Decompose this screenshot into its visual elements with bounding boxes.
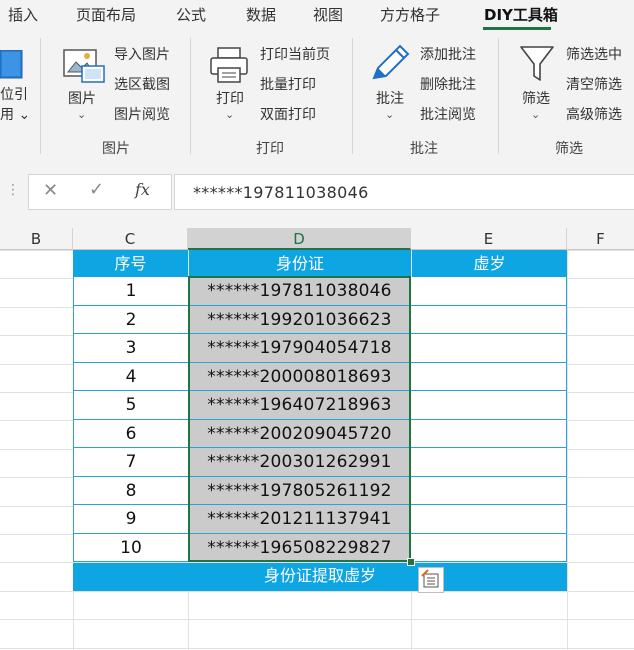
active-tab-indicator (483, 27, 551, 30)
gridline (0, 619, 634, 620)
printer-icon[interactable] (208, 46, 250, 84)
drag-handle-icon[interactable]: ⋮ (6, 182, 20, 198)
chevron-down-icon[interactable]: ⌄ (385, 108, 394, 121)
table-cell-serial[interactable]: 8 (73, 477, 189, 505)
comment-viewer-button[interactable]: 批注阅览 (420, 104, 476, 124)
tab-insert[interactable]: 插入 (8, 4, 38, 25)
column-header-B[interactable]: B (0, 228, 73, 250)
table-cell-id-card[interactable]: ******197811038046 (188, 277, 411, 306)
table-cell-nominal-age[interactable] (411, 334, 567, 363)
table-cell-serial[interactable]: 1 (73, 277, 189, 306)
formula-value: ******197811038046 (193, 183, 369, 202)
print-current-page-button[interactable]: 打印当前页 (260, 44, 330, 64)
partial-group-label-2[interactable]: 用 ⌄ (0, 104, 30, 124)
tab-formulas[interactable]: 公式 (176, 4, 206, 25)
chevron-down-icon[interactable]: ⌄ (77, 108, 86, 121)
column-header-D[interactable]: D (188, 228, 411, 250)
table-cell-nominal-age[interactable] (411, 505, 567, 534)
table-cell-serial[interactable]: 3 (73, 334, 189, 363)
tab-data[interactable]: 数据 (246, 4, 276, 25)
tab-diy-toolbox[interactable]: DIY工具箱 (484, 4, 558, 25)
group-label-comment: 批注 (410, 141, 438, 157)
ribbon-separator (352, 38, 353, 154)
table-cell-serial[interactable]: 9 (73, 505, 189, 534)
table-cell-nominal-age[interactable] (411, 277, 567, 306)
table-cell-serial[interactable]: 2 (73, 306, 189, 334)
tab-view[interactable]: 视图 (313, 4, 343, 25)
table-cell-nominal-age[interactable] (411, 391, 567, 420)
table-cell-id-card[interactable]: ******200008018693 (188, 363, 411, 391)
table-cell-nominal-age[interactable] (411, 363, 567, 391)
ribbon-panel: 位引 用 ⌄ 图片 ⌄ 导入图片 选区截图 图片阅览 图片 打印 ⌄ 打印当前页… (0, 32, 634, 161)
delete-comment-button[interactable]: 删除批注 (420, 74, 476, 94)
gridline (0, 648, 634, 649)
region-screenshot-button[interactable]: 选区截图 (114, 74, 170, 94)
partial-group-icon (0, 49, 24, 80)
table-cell-serial[interactable]: 5 (73, 391, 189, 420)
chevron-down-icon[interactable]: ⌄ (531, 108, 540, 121)
filter-selected-button[interactable]: 筛选选中 (566, 44, 622, 64)
picture-button[interactable]: 图片 (68, 88, 96, 108)
table-cell-nominal-age[interactable] (411, 306, 567, 334)
group-label-print: 打印 (256, 141, 284, 157)
table-cell-serial[interactable]: 7 (73, 448, 189, 477)
tab-page-layout[interactable]: 页面布局 (76, 4, 136, 25)
table-cell-nominal-age[interactable] (411, 477, 567, 505)
ribbon-separator (40, 38, 41, 154)
table-cell-id-card[interactable]: ******201211137941 (188, 505, 411, 534)
formula-input[interactable]: ******197811038046 (174, 174, 634, 210)
close-icon[interactable]: ✕ (43, 180, 58, 201)
column-header-E[interactable]: E (411, 228, 567, 250)
table-cell-nominal-age[interactable] (411, 534, 567, 562)
advanced-filter-button[interactable]: 高级筛选 (566, 104, 622, 124)
comment-button[interactable]: 批注 (376, 88, 404, 108)
formula-bar: ⋮ ✕ ✓ fx ******197811038046 (0, 160, 634, 228)
picture-viewer-button[interactable]: 图片阅览 (114, 104, 170, 124)
table-cell-nominal-age[interactable] (411, 448, 567, 477)
table-footer-title[interactable]: 身份证提取虚岁 (73, 563, 567, 591)
group-label-filter: 筛选 (555, 141, 583, 157)
ribbon-separator (190, 38, 191, 154)
batch-print-button[interactable]: 批量打印 (260, 74, 316, 94)
table-cell-id-card[interactable]: ******197904054718 (188, 334, 411, 363)
pen-comment-icon[interactable] (370, 42, 412, 84)
gridline (567, 250, 568, 650)
table-cell-serial[interactable]: 10 (73, 534, 189, 562)
partial-group-label[interactable]: 位引 (0, 84, 28, 104)
check-icon[interactable]: ✓ (89, 179, 104, 200)
gridline (0, 591, 634, 592)
formula-controls: ✕ ✓ fx (28, 174, 172, 210)
fx-icon[interactable]: fx (135, 180, 150, 199)
table-cell-id-card[interactable]: ******197805261192 (188, 477, 411, 505)
table-cell-nominal-age[interactable] (411, 420, 567, 448)
table-header-id-card[interactable]: 身份证 (189, 250, 411, 277)
tab-fangfang[interactable]: 方方格子 (380, 4, 440, 25)
filter-button[interactable]: 筛选 (522, 88, 550, 108)
group-label-picture: 图片 (102, 141, 130, 157)
clear-filter-button[interactable]: 清空筛选 (566, 74, 622, 94)
duplex-print-button[interactable]: 双面打印 (260, 104, 316, 124)
import-picture-button[interactable]: 导入图片 (114, 44, 170, 64)
table-cell-serial[interactable]: 6 (73, 420, 189, 448)
ribbon-separator (498, 38, 499, 154)
funnel-icon[interactable] (518, 44, 556, 84)
table-cell-id-card[interactable]: ******196407218963 (188, 391, 411, 420)
table-cell-id-card[interactable]: ******196508229827 (188, 534, 411, 562)
quick-analysis-icon[interactable] (418, 567, 444, 593)
table-cell-id-card[interactable]: ******199201036623 (188, 306, 411, 334)
table-cell-serial[interactable]: 4 (73, 363, 189, 391)
table-header-nominal-age[interactable]: 虚岁 (412, 250, 567, 277)
add-comment-button[interactable]: 添加批注 (420, 44, 476, 64)
column-header-F[interactable]: F (567, 228, 634, 250)
table-header-serial[interactable]: 序号 (73, 250, 188, 277)
fill-handle[interactable] (407, 558, 415, 566)
chevron-down-icon[interactable]: ⌄ (225, 108, 234, 121)
table-cell-id-card[interactable]: ******200209045720 (188, 420, 411, 448)
column-header-C[interactable]: C (73, 228, 188, 250)
picture-icon[interactable] (62, 46, 106, 86)
table-cell-id-card[interactable]: ******200301262991 (188, 448, 411, 477)
print-button[interactable]: 打印 (216, 88, 244, 108)
ribbon-tab-bar: 插入 页面布局 公式 数据 视图 方方格子 DIY工具箱 (0, 0, 634, 32)
